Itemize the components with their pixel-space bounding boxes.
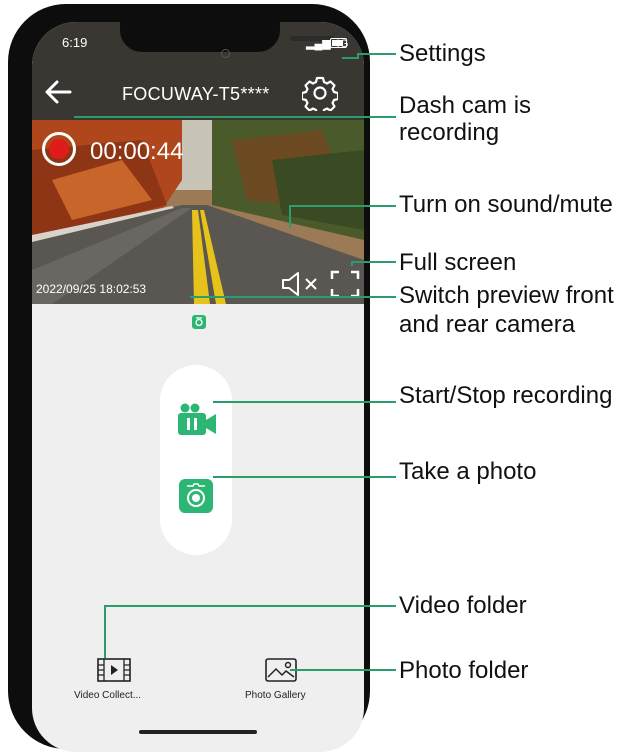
switch-camera-button[interactable] xyxy=(192,315,206,329)
camera-preview[interactable]: 00:00:44 2022/09/25 18:02:53 xyxy=(32,120,364,304)
callout-settings: Settings xyxy=(399,40,486,67)
callout-switch-line2: and rear camera xyxy=(399,311,576,338)
app-header: FOCUWAY-T5**** xyxy=(32,64,364,120)
camera-shutter-icon xyxy=(187,483,205,507)
callout-start-stop: Start/Stop recording xyxy=(399,382,613,409)
callout-fullscreen: Full screen xyxy=(399,249,517,276)
front-camera-icon xyxy=(221,49,230,58)
recording-timer: 00:00:44 xyxy=(90,138,184,165)
take-photo-button[interactable] xyxy=(179,479,213,513)
tab-photo-gallery[interactable]: Photo Gallery xyxy=(242,652,332,702)
phone-frame: 6:19 ▂▄▆ 4G FOCUWAY-T5**** xyxy=(8,4,370,752)
callout-photo: Take a photo xyxy=(399,458,537,485)
settings-gear-icon[interactable] xyxy=(302,75,338,111)
callout-switch-line1: Switch preview front xyxy=(399,282,614,309)
tab-video-collection[interactable]: Video Collect... xyxy=(72,652,162,702)
callout-recording-line2: recording xyxy=(399,119,500,146)
status-time: 6:19 xyxy=(62,35,88,50)
record-dot-icon xyxy=(49,139,69,159)
recording-indicator xyxy=(42,132,76,166)
pause-recording-button[interactable] xyxy=(178,403,216,437)
home-indicator xyxy=(139,730,257,734)
app-screen: 6:19 ▂▄▆ 4G FOCUWAY-T5**** xyxy=(32,22,364,752)
photo-gallery-icon xyxy=(265,658,297,682)
video-timestamp: 2022/09/25 18:02:53 xyxy=(36,282,147,296)
tab-video-label: Video Collect... xyxy=(74,690,142,701)
callout-sound: Turn on sound/mute xyxy=(399,191,613,218)
notch xyxy=(120,22,334,52)
recording-controls xyxy=(160,365,232,555)
speaker-mute-icon[interactable] xyxy=(280,270,326,298)
switch-camera-icon xyxy=(195,317,203,327)
callout-video-folder: Video folder xyxy=(399,592,527,619)
back-arrow-icon[interactable] xyxy=(42,78,74,106)
page-title: FOCUWAY-T5**** xyxy=(122,84,270,104)
battery-icon xyxy=(330,38,347,48)
fullscreen-icon[interactable] xyxy=(330,270,360,298)
tab-photo-label: Photo Gallery xyxy=(245,690,306,701)
battery-fill xyxy=(332,40,343,46)
callout-photo-folder: Photo folder xyxy=(399,657,529,684)
status-bar: 6:19 ▂▄▆ 4G xyxy=(32,22,364,64)
callout-recording-line1: Dash cam is xyxy=(399,92,532,119)
video-folder-icon xyxy=(97,658,131,682)
